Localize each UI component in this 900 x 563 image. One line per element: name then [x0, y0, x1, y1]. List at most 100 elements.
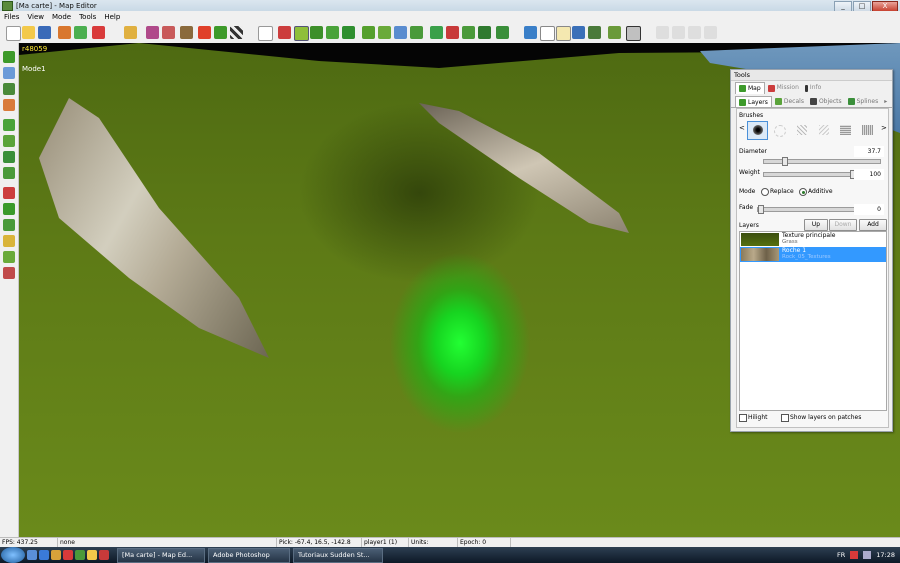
rock-tool-icon[interactable]	[3, 167, 15, 179]
water-icon[interactable]	[394, 26, 407, 39]
import-icon[interactable]	[58, 26, 71, 39]
terrain-settings-icon[interactable]	[608, 26, 621, 39]
select-pointer-icon[interactable]	[258, 26, 273, 41]
sign-tool-icon[interactable]	[3, 235, 15, 247]
grid-green-icon[interactable]	[3, 119, 15, 131]
clock[interactable]: 17:28	[876, 551, 895, 559]
record-icon[interactable]	[92, 26, 105, 39]
water-tool-icon[interactable]	[3, 67, 15, 79]
checker-icon[interactable]	[230, 26, 243, 39]
fade-slider-handle[interactable]	[758, 205, 764, 214]
fade-value[interactable]: 0	[854, 204, 884, 215]
paint-decal-icon[interactable]	[378, 26, 391, 39]
mode-additive-label[interactable]: Additive	[808, 188, 833, 195]
house-tool-icon[interactable]	[3, 83, 15, 95]
brush-noise-1[interactable]	[835, 121, 856, 140]
start-button[interactable]	[1, 547, 25, 563]
layer-down-button[interactable]: Down	[829, 219, 857, 231]
notes-icon[interactable]	[556, 26, 571, 41]
brush-ring[interactable]	[769, 121, 790, 140]
hilight-checkbox[interactable]	[739, 414, 747, 422]
mode-replace-label[interactable]: Replace	[770, 188, 794, 195]
save-icon[interactable]	[38, 26, 51, 39]
raise-terrain-icon[interactable]	[278, 26, 291, 39]
new-file-icon[interactable]	[6, 26, 21, 41]
show-layers-label[interactable]: Show layers on patches	[790, 414, 861, 421]
menu-view[interactable]: View	[27, 13, 44, 21]
brush-tool-icon[interactable]	[146, 26, 159, 39]
network-icon[interactable]	[850, 551, 859, 559]
document-icon[interactable]	[540, 26, 555, 41]
layer-row[interactable]: Roche 1 Rock_05_Textures	[740, 247, 886, 262]
zones-icon[interactable]	[496, 26, 509, 39]
tab-map[interactable]: Map	[735, 82, 765, 94]
tree-tool-icon[interactable]	[3, 251, 15, 263]
brush-noise-2[interactable]	[857, 121, 878, 140]
menu-files[interactable]: Files	[4, 13, 19, 21]
show-layers-checkbox[interactable]	[781, 414, 789, 422]
smooth-terrain-icon[interactable]	[294, 26, 309, 41]
hilight-label[interactable]: Hilight	[748, 414, 767, 421]
brush-prev-button[interactable]: <	[739, 124, 745, 132]
tab-scroll-right[interactable]: ▸	[881, 96, 890, 107]
menu-tools[interactable]: Tools	[79, 13, 96, 21]
fade-slider[interactable]	[757, 205, 855, 214]
paint-tool-icon[interactable]	[162, 26, 175, 39]
paint-layer-icon[interactable]	[362, 26, 375, 39]
taskbar-item-browser[interactable]: Tutoriaux Sudden St...	[293, 547, 383, 563]
volume-icon[interactable]	[863, 551, 872, 559]
map-tool-icon[interactable]	[3, 219, 15, 231]
tab-info[interactable]: Info	[802, 82, 824, 94]
building-tool-icon[interactable]	[3, 267, 15, 279]
texture-tool-icon[interactable]	[214, 26, 227, 39]
brush-next-button[interactable]: >	[881, 124, 887, 132]
objects-icon[interactable]	[430, 26, 443, 39]
open-folder-icon[interactable]	[22, 26, 35, 39]
unit-tool-icon[interactable]	[3, 187, 15, 199]
menu-help[interactable]: Help	[104, 13, 120, 21]
diameter-value[interactable]: 37.7	[854, 146, 884, 157]
undo-icon[interactable]	[124, 26, 137, 39]
paths-icon[interactable]	[478, 26, 491, 39]
tab-splines[interactable]: Splines	[845, 96, 882, 107]
grid-tool-icon[interactable]	[180, 26, 193, 39]
quicklaunch-game-icon[interactable]	[99, 550, 109, 560]
grid-paint-icon[interactable]	[3, 135, 15, 147]
layer-tool-icon[interactable]	[3, 51, 15, 63]
mode-replace-radio[interactable]	[761, 188, 769, 196]
green-tool-icon[interactable]	[3, 203, 15, 215]
terrain-icon[interactable]	[74, 26, 87, 39]
layer-up-button[interactable]: Up	[804, 219, 828, 231]
brush-scatter-2[interactable]	[813, 121, 834, 140]
fill-tool-icon[interactable]	[198, 26, 211, 39]
diameter-slider-handle[interactable]	[782, 157, 788, 166]
mode-additive-radio[interactable]	[799, 188, 807, 196]
taskbar-item-map-editor[interactable]: [Ma carte] - Map Ed...	[117, 547, 205, 563]
foliage-tool-icon[interactable]	[3, 151, 15, 163]
tab-mission[interactable]: Mission	[765, 82, 802, 94]
add-layer-button[interactable]: Add	[859, 219, 887, 231]
tab-objects[interactable]: Objects	[807, 96, 845, 107]
diameter-slider[interactable]	[763, 157, 881, 166]
brush-scatter-1[interactable]	[791, 121, 812, 140]
noise-terrain-icon[interactable]	[326, 26, 339, 39]
language-indicator[interactable]: FR	[837, 551, 845, 559]
settings-icon[interactable]	[588, 26, 601, 39]
units-icon[interactable]	[446, 26, 459, 39]
quicklaunch-ie-icon[interactable]	[39, 550, 49, 560]
weight-slider[interactable]	[763, 170, 857, 179]
script-icon[interactable]	[572, 26, 585, 39]
quicklaunch-editor-icon[interactable]	[75, 550, 85, 560]
markers-icon[interactable]	[462, 26, 475, 39]
tools-icon[interactable]	[626, 26, 641, 41]
tab-layers[interactable]: Layers	[735, 96, 772, 107]
layer-row[interactable]: Texture principale Grass	[740, 232, 886, 247]
brush-round-soft[interactable]	[747, 121, 768, 140]
tab-decals[interactable]: Decals	[772, 96, 807, 107]
bucket-tool-icon[interactable]	[3, 99, 15, 111]
taskbar-item-photoshop[interactable]: Adobe Photoshop	[208, 547, 290, 563]
erode-terrain-icon[interactable]	[342, 26, 355, 39]
quicklaunch-explorer-icon[interactable]	[51, 550, 61, 560]
quicklaunch-app-icon[interactable]	[63, 550, 73, 560]
forest-icon[interactable]	[410, 26, 423, 39]
